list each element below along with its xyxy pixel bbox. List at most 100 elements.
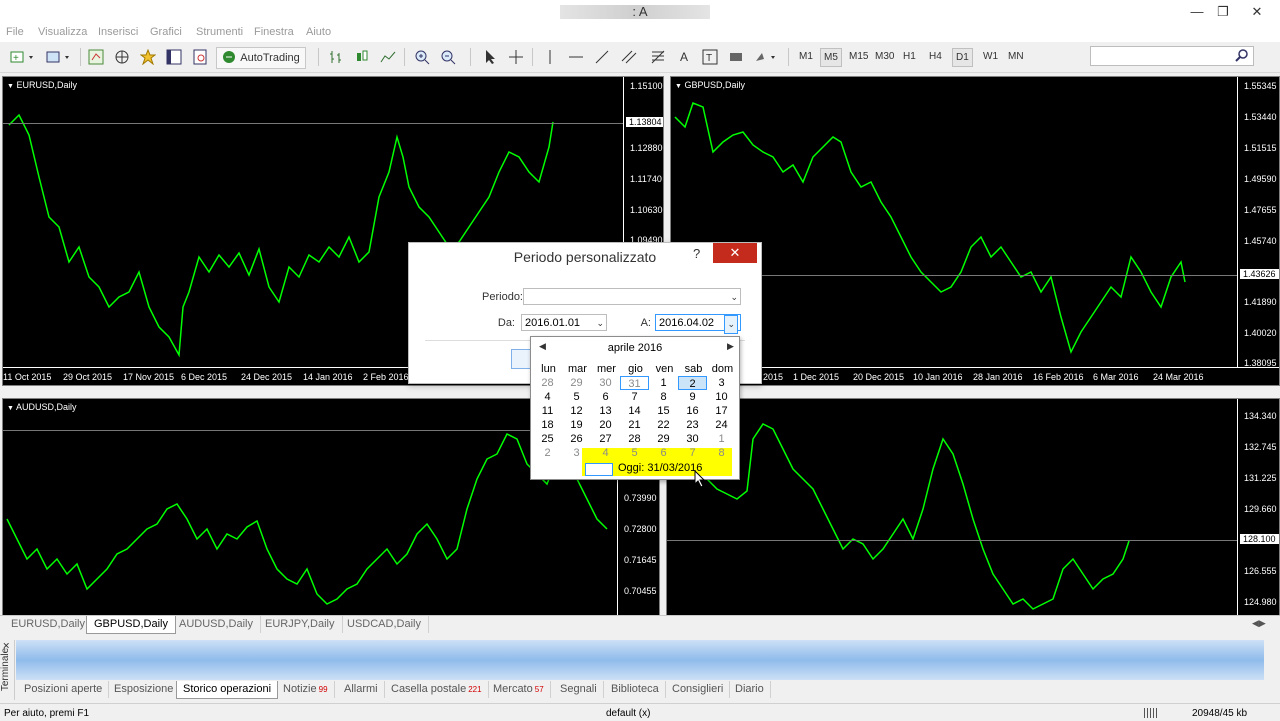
- strategy-tester-icon[interactable]: [190, 47, 210, 67]
- menu-inserisci[interactable]: Inserisci: [98, 26, 138, 38]
- vertical-line-icon[interactable]: [540, 47, 560, 67]
- timeframe-m15[interactable]: M15: [846, 48, 871, 65]
- tab-casella-postale[interactable]: Casella postale 221: [385, 681, 489, 698]
- calendar-day[interactable]: 6: [649, 446, 678, 460]
- calendar-day[interactable]: 13: [591, 404, 620, 418]
- menu-file[interactable]: File: [6, 26, 24, 38]
- tab-consiglieri[interactable]: Consiglieri: [666, 681, 731, 698]
- today-marker[interactable]: [585, 463, 613, 476]
- calendar-day[interactable]: 28: [620, 432, 649, 446]
- calendar-day[interactable]: 30: [591, 376, 620, 390]
- timeframe-mn[interactable]: MN: [1005, 48, 1027, 65]
- search-icon[interactable]: [1235, 48, 1249, 65]
- calendar-day[interactable]: 7: [620, 390, 649, 404]
- horizontal-line-icon[interactable]: [566, 47, 586, 67]
- calendar-day[interactable]: 8: [649, 390, 678, 404]
- today-link[interactable]: Oggi: 31/03/2016: [618, 462, 702, 474]
- bar-chart-icon[interactable]: [326, 47, 346, 67]
- text-tool-icon[interactable]: A: [674, 47, 694, 67]
- dialog-close-button[interactable]: ✕: [713, 243, 757, 263]
- close-window-button[interactable]: ✕: [1240, 0, 1274, 24]
- calendar-day[interactable]: 29: [649, 432, 678, 446]
- zoom-out-icon[interactable]: [438, 47, 458, 67]
- chart-tab-audusd[interactable]: AUDUSD,Daily: [172, 616, 261, 633]
- arrow-label-icon[interactable]: [726, 47, 746, 67]
- da-date-picker[interactable]: 2016.01.01 ⌄: [521, 314, 607, 331]
- chart-tab-eurusd[interactable]: EURUSD,Daily: [4, 616, 93, 633]
- menu-strumenti[interactable]: Strumenti: [196, 26, 243, 38]
- chart-eurjpy[interactable]: 134.340 132.745 131.225 129.660 128.100 …: [666, 398, 1280, 616]
- channel-icon[interactable]: [618, 47, 642, 67]
- tab-diario[interactable]: Diario: [729, 681, 771, 698]
- timeframe-h1[interactable]: H1: [900, 48, 919, 65]
- calendar-day[interactable]: 6: [591, 390, 620, 404]
- tab-posizioni-aperte[interactable]: Posizioni aperte: [18, 681, 110, 698]
- calendar-day[interactable]: 4: [591, 446, 620, 460]
- zoom-in-icon[interactable]: [412, 47, 432, 67]
- calendar-day[interactable]: 10: [707, 390, 736, 404]
- tabs-scroll-icon[interactable]: ◀▶: [1252, 618, 1266, 629]
- timeframe-m1[interactable]: M1: [796, 48, 816, 65]
- autotrading-button[interactable]: AutoTrading: [216, 47, 306, 69]
- shapes-dropdown-icon[interactable]: [752, 47, 780, 67]
- data-window-icon[interactable]: [112, 47, 132, 67]
- calendar-day[interactable]: 4: [533, 390, 562, 404]
- calendar-day[interactable]: 21: [620, 418, 649, 432]
- menu-visualizza[interactable]: Visualizza: [38, 26, 87, 38]
- calendar-day[interactable]: 7: [678, 446, 707, 460]
- calendar-day[interactable]: 1: [649, 376, 678, 390]
- calendar-next-icon[interactable]: ▶: [727, 341, 734, 352]
- cursor-icon[interactable]: [480, 47, 500, 67]
- trendline-icon[interactable]: [592, 47, 612, 67]
- search-input[interactable]: [1090, 46, 1254, 66]
- calendar-day[interactable]: 26: [562, 432, 591, 446]
- tab-segnali[interactable]: Segnali: [554, 681, 604, 698]
- calendar-day[interactable]: 3: [562, 446, 591, 460]
- calendar-day-selected[interactable]: 2: [678, 376, 707, 390]
- calendar-day[interactable]: 19: [562, 418, 591, 432]
- calendar-day[interactable]: 5: [562, 390, 591, 404]
- calendar-day[interactable]: 1: [707, 432, 736, 446]
- calendar-day[interactable]: 18: [533, 418, 562, 432]
- calendar-day[interactable]: 25: [533, 432, 562, 446]
- timeframe-m30[interactable]: M30: [872, 48, 897, 65]
- calendar-day[interactable]: 30: [678, 432, 707, 446]
- a-date-picker[interactable]: 2016.04.02 ⌄: [655, 314, 741, 334]
- calendar-day[interactable]: 24: [707, 418, 736, 432]
- fibonacci-icon[interactable]: [648, 47, 668, 67]
- maximize-button[interactable]: ❐: [1206, 0, 1240, 24]
- market-watch-icon[interactable]: [86, 47, 106, 67]
- calendar-day[interactable]: 28: [533, 376, 562, 390]
- line-chart-icon[interactable]: [378, 47, 398, 67]
- crosshair-icon[interactable]: [506, 47, 526, 67]
- tab-notizie[interactable]: Notizie 99: [277, 681, 335, 698]
- menu-grafici[interactable]: Grafici: [150, 26, 182, 38]
- calendar-day[interactable]: 12: [562, 404, 591, 418]
- tab-storico-operazioni[interactable]: Storico operazioni: [176, 681, 279, 699]
- tab-allarmi[interactable]: Allarmi: [338, 681, 385, 698]
- calendar-day[interactable]: 23: [678, 418, 707, 432]
- calendar-day[interactable]: 5: [620, 446, 649, 460]
- menu-aiuto[interactable]: Aiuto: [306, 26, 331, 38]
- tab-esposizione[interactable]: Esposizione: [108, 681, 181, 698]
- calendar-day[interactable]: 22: [649, 418, 678, 432]
- periodo-select[interactable]: ⌄: [523, 288, 741, 305]
- chart-tab-usdcad[interactable]: USDCAD,Daily: [340, 616, 429, 633]
- new-chart-icon[interactable]: +: [8, 47, 38, 67]
- timeframe-d1[interactable]: D1: [952, 48, 973, 67]
- text-label-icon[interactable]: T: [700, 47, 720, 67]
- timeframe-h4[interactable]: H4: [926, 48, 945, 65]
- calendar-day[interactable]: 17: [707, 404, 736, 418]
- profiles-icon[interactable]: [44, 47, 74, 67]
- calendar-day[interactable]: 14: [620, 404, 649, 418]
- timeframe-m5[interactable]: M5: [820, 48, 842, 67]
- calendar-day-today[interactable]: 31: [620, 376, 649, 390]
- calendar-day[interactable]: 29: [562, 376, 591, 390]
- chevron-down-icon[interactable]: ⌄: [724, 315, 738, 334]
- terminal-icon[interactable]: [164, 47, 184, 67]
- chart-tab-eurjpy[interactable]: EURJPY,Daily: [258, 616, 343, 633]
- calendar-day[interactable]: 8: [707, 446, 736, 460]
- calendar-day[interactable]: 27: [591, 432, 620, 446]
- tab-biblioteca[interactable]: Biblioteca: [605, 681, 666, 698]
- calendar-day[interactable]: 2: [533, 446, 562, 460]
